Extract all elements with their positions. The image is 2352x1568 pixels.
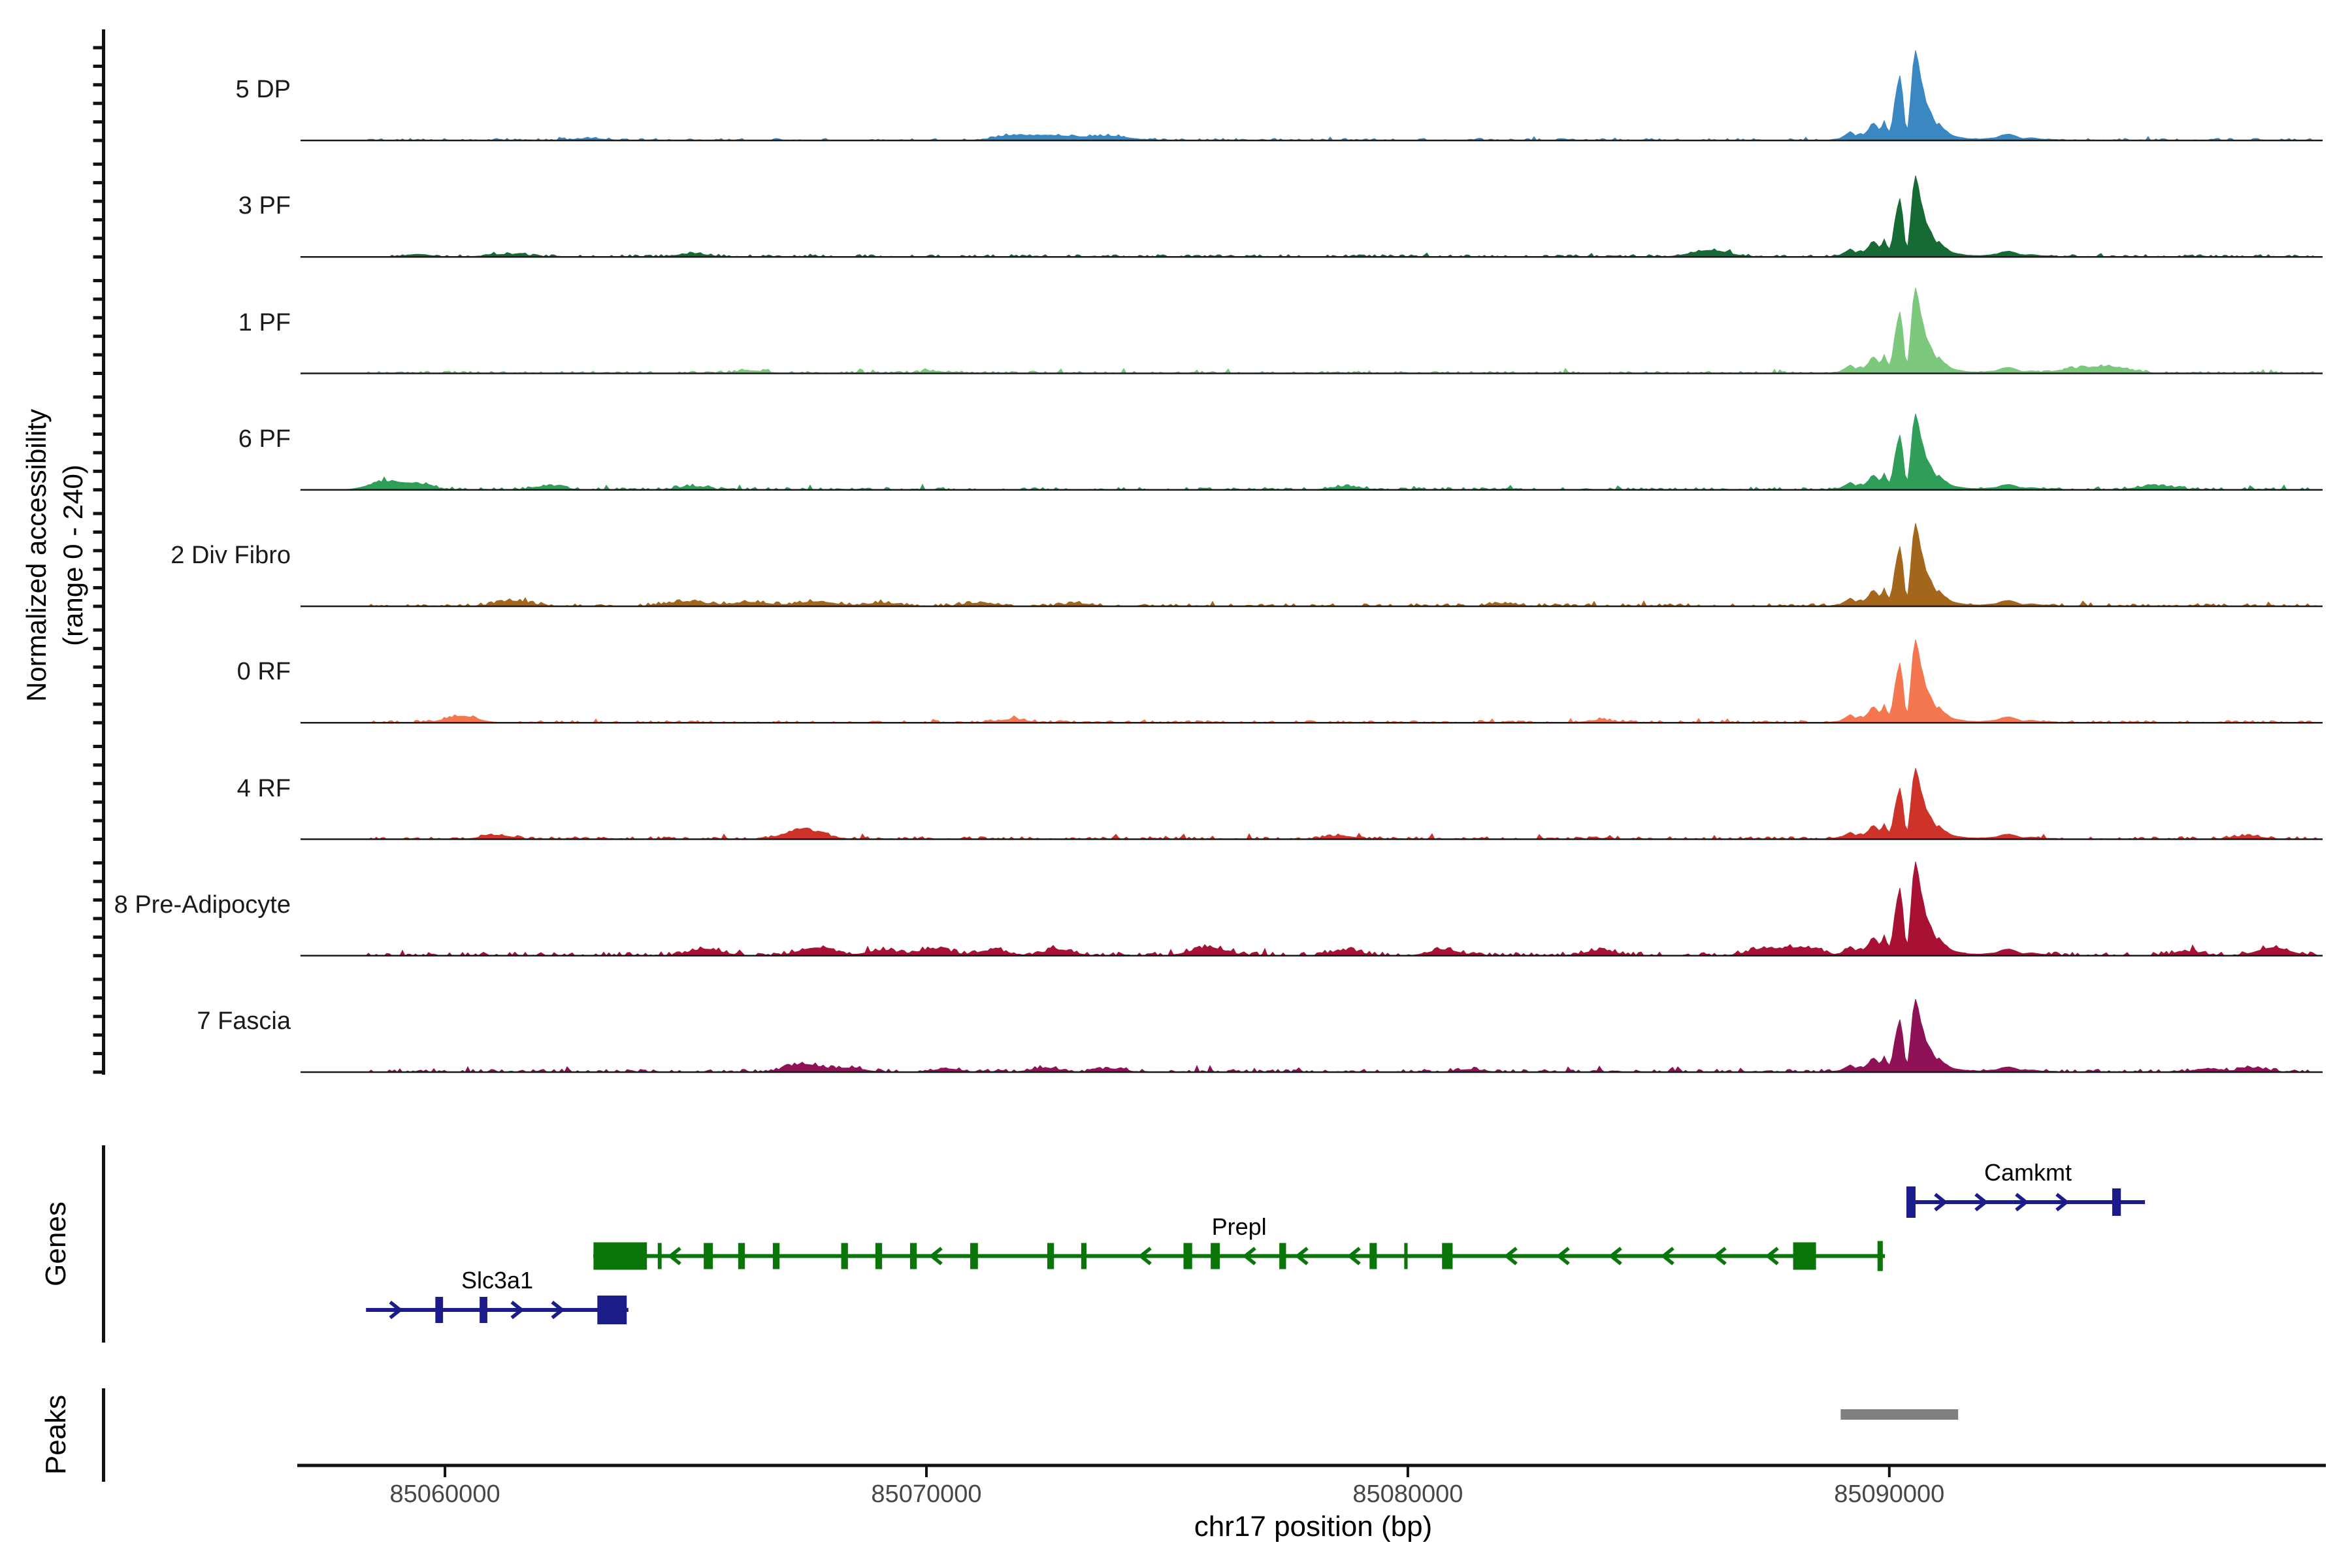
gene-prepl-exon xyxy=(1183,1243,1192,1269)
gene-camkmt-exon xyxy=(1906,1186,1916,1218)
x-axis-title: chr17 position (bp) xyxy=(1194,1511,1433,1543)
gene-slc3a1-exon xyxy=(480,1297,487,1323)
track-area-6-pf xyxy=(300,414,2323,491)
gene-prepl-exon xyxy=(875,1243,883,1269)
gene-prepl-exon xyxy=(841,1243,848,1269)
gene-prepl-exon xyxy=(1081,1243,1086,1269)
track-area-3-pf xyxy=(300,175,2323,257)
track-label-1-pf: 1 PF xyxy=(238,308,291,336)
gene-prepl-exon xyxy=(657,1243,662,1269)
track-label-4-rf: 4 RF xyxy=(237,774,291,802)
genes-section-label: Genes xyxy=(40,1201,72,1286)
track-area-1-pf xyxy=(301,287,2323,374)
track-area-2-div-fibro xyxy=(301,523,2323,607)
track-area-0-rf xyxy=(300,639,2323,723)
gene-prepl-exon xyxy=(909,1243,917,1269)
gene-prepl-exon xyxy=(772,1243,780,1269)
x-tick-label-85060000: 85060000 xyxy=(389,1480,500,1508)
coverage-plot-figure: Normalized accessibility (range 0 - 240)… xyxy=(0,0,2352,1568)
gene-prepl-exon xyxy=(738,1243,745,1269)
gene-prepl-exon xyxy=(1279,1243,1286,1269)
track-label-2-div-fibro: 2 Div Fibro xyxy=(171,542,291,569)
gene-label-slc3a1: Slc3a1 xyxy=(461,1267,534,1294)
gene-prepl-exon xyxy=(593,1242,647,1270)
track-label-6-pf: 6 PF xyxy=(238,425,291,453)
track-label-7-fascia: 7 Fascia xyxy=(197,1007,291,1035)
gene-camkmt-exon xyxy=(2112,1188,2121,1216)
genome-browser-canvas xyxy=(93,29,2326,1482)
gene-prepl-exon xyxy=(1211,1243,1220,1269)
x-tick-label-85090000: 85090000 xyxy=(1834,1480,1945,1508)
gene-slc3a1-exon xyxy=(597,1296,627,1324)
x-tick-label-85070000: 85070000 xyxy=(871,1480,982,1508)
gene-prepl-exon xyxy=(970,1243,978,1269)
gene-prepl-exon xyxy=(1404,1243,1408,1269)
track-label-8-pre-adipocyte: 8 Pre-Adipocyte xyxy=(114,890,291,919)
gene-prepl-exon xyxy=(1877,1241,1883,1271)
track-label-5-dp: 5 DP xyxy=(235,76,291,103)
x-tick-label-85080000: 85080000 xyxy=(1352,1480,1463,1508)
track-area-5-dp xyxy=(301,50,2323,141)
gene-prepl-exon xyxy=(1369,1243,1377,1269)
peaks-section-label: Peaks xyxy=(40,1394,72,1475)
track-label-0-rf: 0 RF xyxy=(237,658,291,686)
gene-prepl-exon xyxy=(1442,1243,1453,1269)
track-area-4-rf xyxy=(301,768,2323,840)
gene-prepl-exon xyxy=(1793,1242,1816,1270)
gene-label-prepl: Prepl xyxy=(1211,1213,1267,1240)
gene-prepl-exon xyxy=(704,1243,713,1269)
gene-label-camkmt: Camkmt xyxy=(1984,1159,2072,1186)
gene-prepl-exon xyxy=(1047,1243,1054,1269)
track-area-7-fascia xyxy=(301,999,2323,1073)
peak-bar xyxy=(1840,1409,1959,1420)
track-label-3-pf: 3 PF xyxy=(238,192,291,220)
gene-slc3a1-exon xyxy=(435,1297,444,1323)
track-area-8-pre-adipocyte xyxy=(300,861,2323,956)
